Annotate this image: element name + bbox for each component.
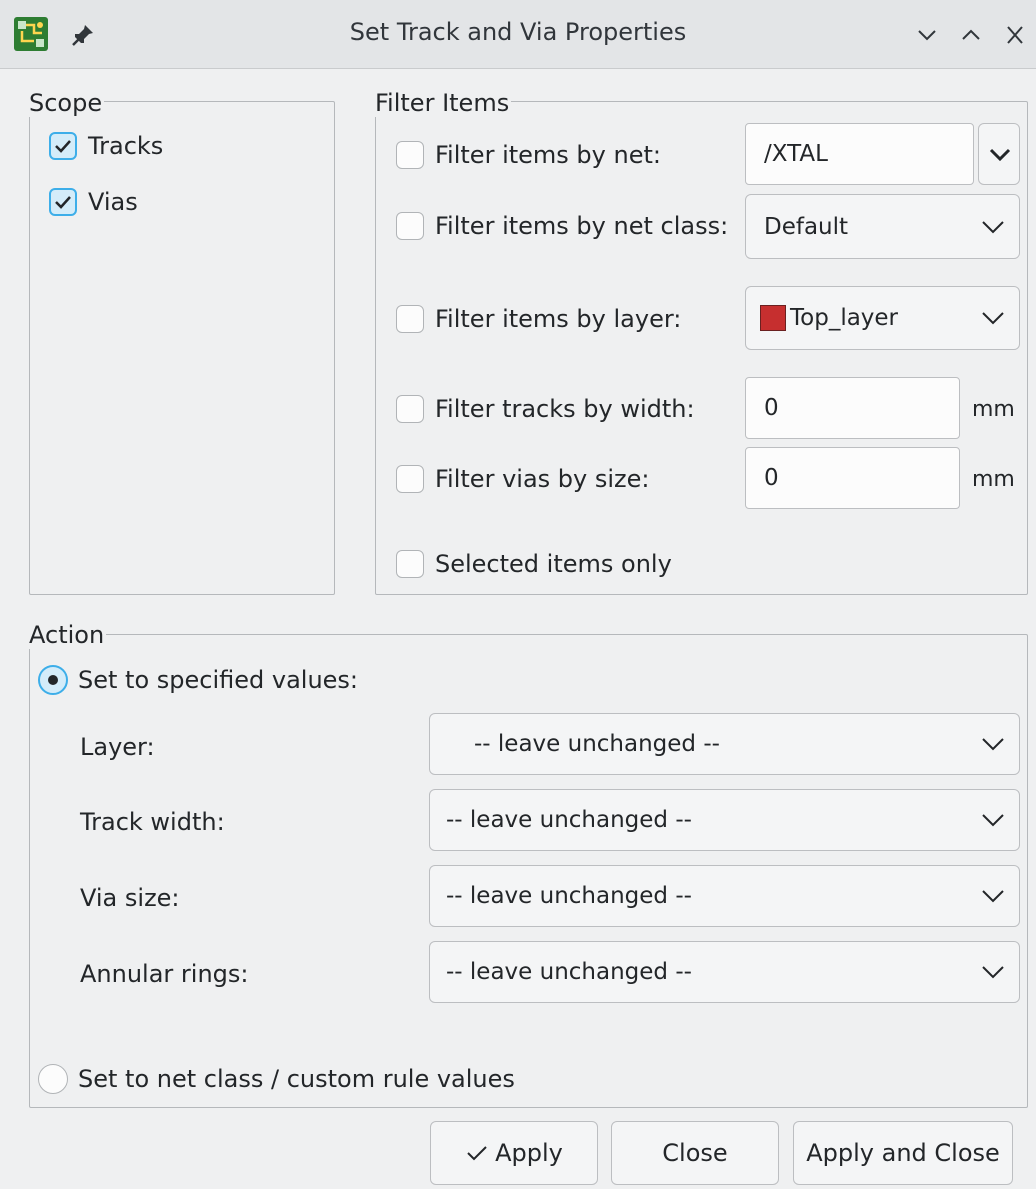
- track-width-label: Track width:: [80, 808, 225, 836]
- selected-only-label[interactable]: Selected items only: [435, 550, 672, 578]
- action-track-width-select[interactable]: -- leave unchanged --: [429, 789, 1020, 851]
- radio-dot: [48, 675, 58, 685]
- chevron-down-icon: [918, 30, 936, 41]
- chevron-down-icon: [989, 148, 1011, 162]
- specified-values-radio[interactable]: [38, 665, 68, 695]
- filter-via-size-checkbox[interactable]: [396, 465, 424, 493]
- filter-items-title: Filter Items: [375, 89, 512, 117]
- chevron-down-icon: [982, 966, 1004, 979]
- tracks-label[interactable]: Tracks: [88, 132, 163, 160]
- via-size-input[interactable]: 0: [745, 447, 960, 509]
- selected-only-checkbox[interactable]: [396, 550, 424, 578]
- vias-label[interactable]: Vias: [88, 188, 138, 216]
- filter-netclass-checkbox[interactable]: [396, 212, 424, 240]
- scope-title: Scope: [29, 89, 105, 117]
- net-dropdown-button[interactable]: [978, 123, 1020, 185]
- chevron-down-icon: [982, 738, 1004, 751]
- track-width-input[interactable]: 0: [745, 377, 960, 439]
- filter-layer-checkbox[interactable]: [396, 305, 424, 333]
- layer-color-swatch: [760, 305, 786, 331]
- minimize-button[interactable]: [912, 20, 942, 50]
- via-size-label: Via size:: [80, 884, 180, 912]
- layer-label: Layer:: [80, 733, 155, 761]
- apply-button-label: Apply: [495, 1139, 563, 1167]
- action-via-size-select[interactable]: -- leave unchanged --: [429, 865, 1020, 927]
- action-annular-rings-select[interactable]: -- leave unchanged --: [429, 941, 1020, 1003]
- action-layer-select[interactable]: -- leave unchanged --: [429, 713, 1020, 775]
- close-icon: [1007, 26, 1023, 44]
- netclass-select-value: Default: [764, 213, 849, 240]
- action-via-size-value: -- leave unchanged --: [446, 883, 692, 909]
- checkmark-icon: [55, 196, 71, 209]
- close-window-button[interactable]: [1000, 20, 1030, 50]
- layer-select-value: Top_layer: [790, 305, 899, 331]
- apply-and-close-button[interactable]: Apply and Close: [793, 1121, 1013, 1185]
- filter-net-label[interactable]: Filter items by net:: [435, 141, 661, 169]
- annular-rings-label: Annular rings:: [80, 960, 249, 988]
- chevron-down-icon: [982, 814, 1004, 827]
- via-size-unit: mm: [972, 467, 1015, 492]
- close-button[interactable]: Close: [611, 1121, 779, 1185]
- filter-track-width-label[interactable]: Filter tracks by width:: [435, 395, 695, 423]
- specified-values-label[interactable]: Set to specified values:: [78, 666, 358, 694]
- chevron-down-icon: [982, 312, 1004, 325]
- scope-group: [29, 101, 335, 595]
- filter-netclass-label[interactable]: Filter items by net class:: [435, 212, 728, 240]
- window-title: Set Track and Via Properties: [349, 18, 687, 46]
- filter-via-size-label[interactable]: Filter vias by size:: [435, 465, 649, 493]
- checkmark-icon: [55, 140, 71, 153]
- action-annular-rings-value: -- leave unchanged --: [446, 959, 692, 985]
- net-input[interactable]: /XTAL: [745, 123, 974, 185]
- track-width-unit: mm: [972, 397, 1015, 422]
- action-title: Action: [29, 621, 107, 649]
- chevron-down-icon: [982, 220, 1004, 233]
- netclass-select[interactable]: Default: [745, 194, 1020, 259]
- filter-track-width-checkbox[interactable]: [396, 395, 424, 423]
- chevron-up-icon: [962, 29, 980, 40]
- tracks-checkbox[interactable]: [49, 132, 77, 160]
- action-track-width-value: -- leave unchanged --: [446, 807, 692, 833]
- checkmark-icon: [467, 1146, 487, 1161]
- apply-and-close-button-label: Apply and Close: [806, 1139, 1000, 1167]
- layer-select[interactable]: Top_layer: [745, 286, 1020, 350]
- maximize-button[interactable]: [956, 20, 986, 50]
- vias-checkbox[interactable]: [49, 188, 77, 216]
- title-bar: Set Track and Via Properties: [0, 0, 1036, 69]
- netclass-values-radio[interactable]: [38, 1064, 68, 1094]
- action-layer-value: -- leave unchanged --: [474, 731, 720, 757]
- netclass-values-label[interactable]: Set to net class / custom rule values: [78, 1065, 515, 1093]
- close-button-label: Close: [662, 1139, 728, 1167]
- filter-layer-label[interactable]: Filter items by layer:: [435, 305, 681, 333]
- apply-button[interactable]: Apply: [430, 1121, 598, 1185]
- filter-net-checkbox[interactable]: [396, 141, 424, 169]
- chevron-down-icon: [982, 890, 1004, 903]
